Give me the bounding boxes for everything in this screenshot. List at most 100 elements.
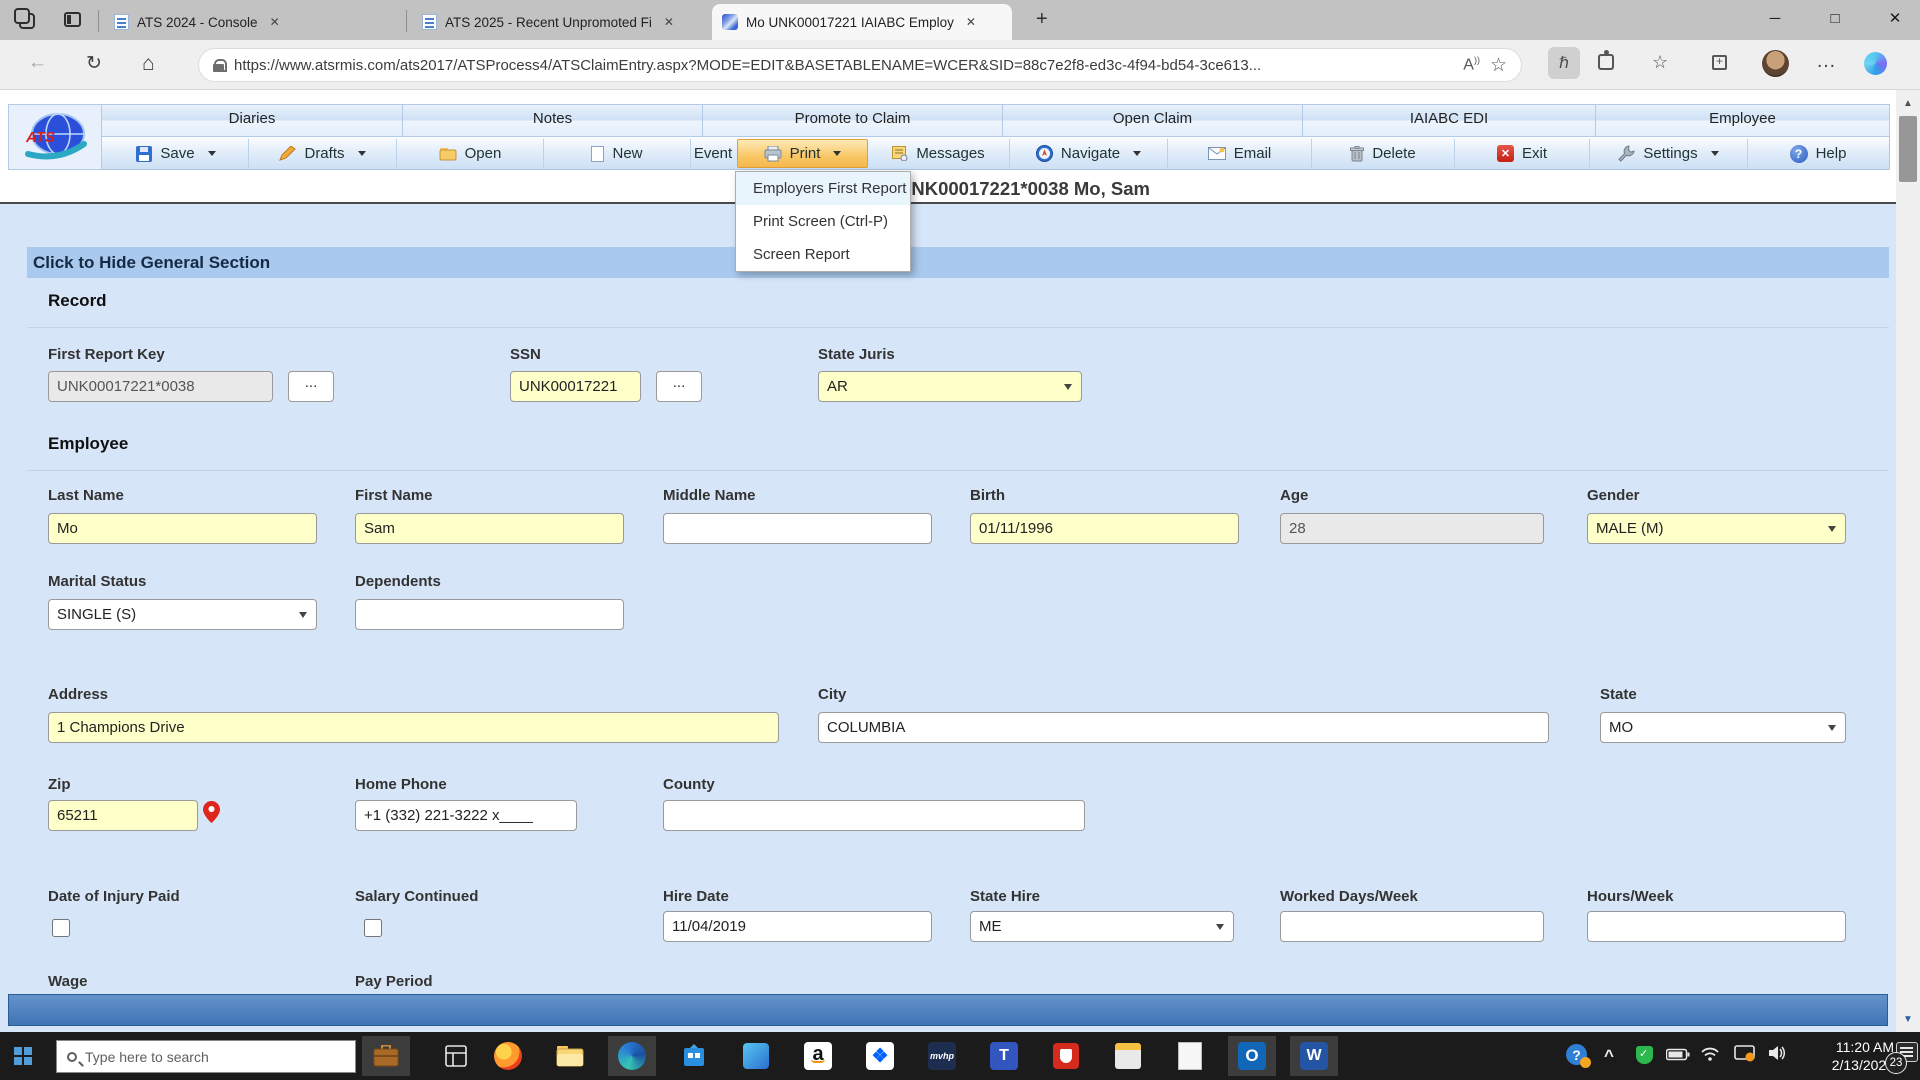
- taskbar-search[interactable]: Type here to search: [56, 1040, 356, 1073]
- navigate-button[interactable]: Navigate: [1010, 139, 1168, 168]
- drafts-button[interactable]: Drafts: [249, 139, 397, 168]
- amazon-icon[interactable]: a: [802, 1040, 834, 1072]
- map-pin-icon[interactable]: [203, 800, 220, 829]
- taskbar-clock[interactable]: 11:20 AM 2/13/2025: [1798, 1038, 1894, 1074]
- address-input[interactable]: [48, 712, 779, 743]
- event-button[interactable]: Event: [691, 139, 735, 168]
- middle-name-input[interactable]: [663, 513, 932, 544]
- window-minimize-button[interactable]: ─: [1752, 0, 1798, 36]
- hire-date-input[interactable]: [663, 911, 932, 942]
- first-report-key-input[interactable]: [48, 371, 273, 402]
- teams-icon[interactable]: T: [988, 1040, 1020, 1072]
- menu-iaiabc-edi[interactable]: IAIABC EDI: [1303, 104, 1596, 137]
- exit-button[interactable]: ✕ Exit: [1455, 139, 1590, 168]
- password-extension-icon[interactable]: ℏ: [1548, 47, 1580, 79]
- print-button[interactable]: Print: [737, 139, 868, 168]
- gender-select[interactable]: MALE (M): [1587, 513, 1846, 544]
- refresh-icon[interactable]: ↻: [86, 52, 102, 75]
- vertical-tabs-icon[interactable]: [64, 12, 81, 27]
- dropbox-icon[interactable]: ❖: [864, 1040, 896, 1072]
- tab-close-icon[interactable]: ✕: [270, 15, 280, 29]
- microsoft-store-icon[interactable]: [678, 1040, 710, 1072]
- scrollbar-thumb[interactable]: [1899, 116, 1917, 182]
- menu-promote-to-claim[interactable]: Promote to Claim: [703, 104, 1003, 137]
- hours-week-input[interactable]: [1587, 911, 1846, 942]
- menu-employee[interactable]: Employee: [1596, 104, 1889, 137]
- read-aloud-icon[interactable]: A)): [1463, 55, 1480, 74]
- ssn-lookup-button[interactable]: ...: [656, 371, 702, 402]
- window-close-button[interactable]: ✕: [1872, 0, 1918, 36]
- last-name-input[interactable]: [48, 513, 317, 544]
- menu-item-screen-report[interactable]: Screen Report: [736, 238, 910, 271]
- open-button[interactable]: Open: [397, 139, 544, 168]
- notepad-icon[interactable]: [1174, 1040, 1206, 1072]
- home-icon[interactable]: ⌂: [142, 52, 155, 76]
- security-app-icon[interactable]: [1050, 1040, 1082, 1072]
- favorite-star-icon[interactable]: ☆: [1490, 54, 1507, 77]
- first-report-key-lookup-button[interactable]: ...: [288, 371, 334, 402]
- general-section-toggle[interactable]: Click to Hide General Section: [27, 247, 1889, 278]
- zip-input[interactable]: [48, 800, 198, 831]
- profile-avatar[interactable]: [1762, 50, 1789, 77]
- delete-button[interactable]: Delete: [1312, 139, 1455, 168]
- email-button[interactable]: Email: [1168, 139, 1312, 168]
- new-tab-button[interactable]: +: [1036, 8, 1048, 31]
- wifi-icon[interactable]: [1700, 1046, 1720, 1061]
- more-menu-icon[interactable]: …: [1816, 50, 1836, 73]
- collections-icon[interactable]: [1712, 54, 1727, 70]
- battery-icon[interactable]: [1666, 1048, 1690, 1061]
- word-icon[interactable]: W: [1298, 1040, 1330, 1072]
- back-icon[interactable]: ←: [28, 52, 47, 74]
- firefox-icon[interactable]: [492, 1040, 524, 1072]
- ssn-input[interactable]: [510, 371, 641, 402]
- copilot-icon[interactable]: [1864, 52, 1887, 75]
- url-field[interactable]: https://www.atsrmis.com/ats2017/ATSProce…: [198, 48, 1522, 82]
- scroll-down-icon[interactable]: ▼: [1896, 1008, 1920, 1030]
- save-button[interactable]: Save: [104, 139, 249, 168]
- dependents-input[interactable]: [355, 599, 624, 630]
- browser-tab-1[interactable]: ATS 2024 - Console ✕: [104, 4, 402, 40]
- menu-item-print-screen[interactable]: Print Screen (Ctrl-P): [736, 205, 910, 238]
- tray-chevron-up-icon[interactable]: ^: [1604, 1046, 1614, 1066]
- briefcase-icon[interactable]: [370, 1040, 402, 1072]
- state-select[interactable]: MO: [1600, 712, 1846, 743]
- state-juris-select[interactable]: AR: [818, 371, 1082, 402]
- sticky-notes-icon[interactable]: [1112, 1040, 1144, 1072]
- state-hire-select[interactable]: ME: [970, 911, 1234, 942]
- favorites-icon[interactable]: ☆: [1652, 52, 1668, 73]
- age-input[interactable]: [1280, 513, 1544, 544]
- messages-button[interactable]: Messages: [868, 139, 1010, 168]
- scroll-up-icon[interactable]: ▲: [1896, 92, 1920, 114]
- marital-status-select[interactable]: SINGLE (S): [48, 599, 317, 630]
- workspaces-icon[interactable]: [14, 8, 38, 32]
- get-help-icon[interactable]: ?: [1566, 1044, 1591, 1068]
- horizontal-scroll-bar[interactable]: [8, 994, 1888, 1026]
- tab-close-icon[interactable]: ✕: [966, 15, 976, 29]
- city-input[interactable]: [818, 712, 1549, 743]
- menu-diaries[interactable]: Diaries: [102, 104, 403, 137]
- start-button[interactable]: [14, 1047, 32, 1065]
- photos-app-icon[interactable]: [740, 1040, 772, 1072]
- date-of-injury-paid-checkbox[interactable]: [52, 919, 70, 937]
- extensions-puzzle-icon[interactable]: [1598, 50, 1614, 70]
- home-phone-input[interactable]: [355, 800, 577, 831]
- help-button[interactable]: ? Help: [1748, 139, 1888, 168]
- browser-tab-2[interactable]: ATS 2025 - Recent Unpromoted Fi ✕: [412, 4, 704, 40]
- menu-notes[interactable]: Notes: [403, 104, 703, 137]
- edge-icon[interactable]: [616, 1040, 648, 1072]
- url-text[interactable]: https://www.atsrmis.com/ats2017/ATSProce…: [234, 57, 1453, 74]
- outlook-icon[interactable]: O: [1236, 1040, 1268, 1072]
- menu-item-employers-first-report[interactable]: Employers First Report: [736, 172, 910, 205]
- file-explorer-icon[interactable]: [554, 1040, 586, 1072]
- menu-open-claim[interactable]: Open Claim: [1003, 104, 1303, 137]
- browser-tab-active[interactable]: Mo UNK00017221 IAIABC Employ ✕: [712, 4, 1012, 40]
- county-input[interactable]: [663, 800, 1085, 831]
- mvhp-app-icon[interactable]: mvhp: [926, 1040, 958, 1072]
- volume-icon[interactable]: [1768, 1045, 1788, 1061]
- worked-days-week-input[interactable]: [1280, 911, 1544, 942]
- tab-close-icon[interactable]: ✕: [664, 15, 674, 29]
- window-maximize-button[interactable]: □: [1812, 0, 1858, 36]
- defender-shield-icon[interactable]: [1636, 1046, 1653, 1064]
- settings-button[interactable]: Settings: [1590, 139, 1748, 168]
- salary-continued-checkbox[interactable]: [364, 919, 382, 937]
